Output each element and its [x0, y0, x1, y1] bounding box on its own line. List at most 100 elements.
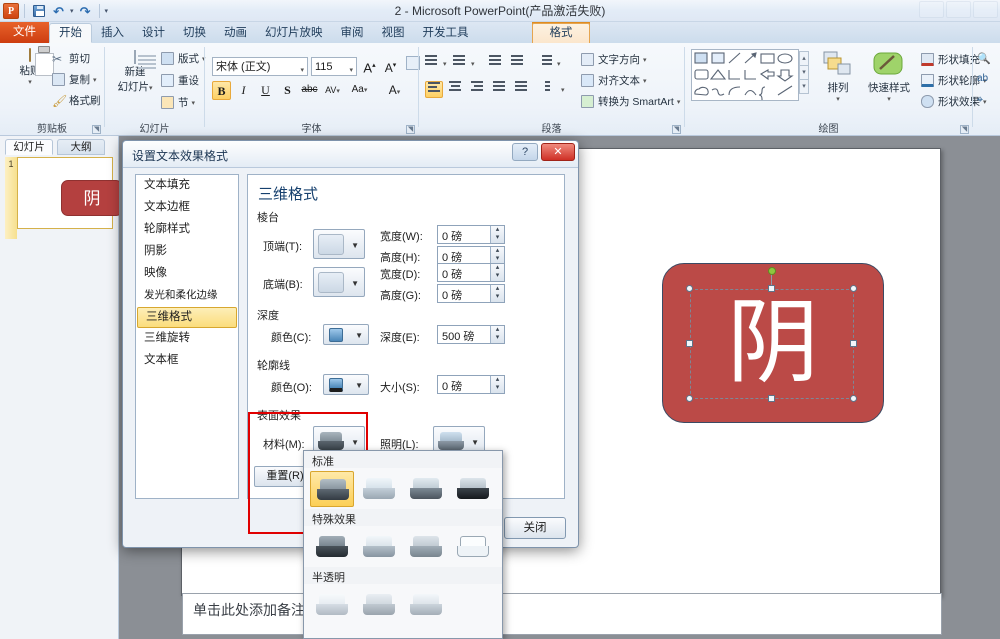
spinner-arrows[interactable]: ▴▾ — [490, 247, 504, 264]
format-painter-button[interactable]: 🖌 格式刷 — [52, 93, 101, 108]
nav-item-text-fill[interactable]: 文本填充 — [136, 175, 238, 197]
material-item-flat[interactable] — [404, 529, 448, 565]
material-item-dark-edge[interactable] — [310, 529, 354, 565]
character-spacing-button[interactable]: AV▾ — [323, 81, 342, 100]
nav-item-text-box[interactable]: 文本框 — [136, 350, 238, 372]
chevron-down-icon[interactable]: ▼ — [355, 331, 363, 340]
resize-handle-bottom-left[interactable] — [686, 395, 693, 402]
close-window-button[interactable] — [973, 1, 998, 18]
maximize-button[interactable] — [946, 1, 971, 18]
font-size-input[interactable]: 115▾ — [311, 57, 357, 76]
columns-button[interactable] — [543, 81, 561, 98]
align-center-button[interactable] — [447, 81, 465, 98]
nav-item-text-outline[interactable]: 文本边框 — [136, 197, 238, 219]
panel-tab-outline[interactable]: 大纲 — [57, 139, 105, 155]
align-left-button[interactable] — [425, 81, 443, 98]
line-spacing-dropdown-icon[interactable]: ▾ — [557, 60, 561, 68]
material-item-plastic[interactable] — [404, 471, 448, 507]
columns-dropdown-icon[interactable]: ▾ — [561, 86, 565, 94]
resize-handle-middle-right[interactable] — [850, 340, 857, 347]
shapes-gallery-scroll[interactable]: ▴ ▾ ▾ — [799, 51, 809, 94]
spinner-arrows[interactable]: ▴▾ — [490, 376, 504, 393]
paragraph-dialog-launcher[interactable]: ◥ — [672, 125, 681, 134]
resize-handle-bottom-right[interactable] — [850, 395, 857, 402]
numbering-button[interactable] — [453, 55, 471, 72]
rotation-handle[interactable] — [768, 267, 776, 275]
underline-button[interactable]: U — [256, 81, 275, 100]
resize-handle-top-left[interactable] — [686, 285, 693, 292]
strikethrough-button[interactable]: abc — [300, 81, 319, 100]
bullets-button[interactable] — [425, 55, 443, 72]
increase-font-size-button[interactable]: A▴ — [360, 57, 379, 76]
chevron-down-icon[interactable]: ▼ — [471, 438, 479, 447]
find-button[interactable]: 🔍 — [977, 52, 991, 66]
material-gallery-dropdown[interactable]: 标准 特殊效果 — [303, 450, 503, 639]
bevel-top-gallery-button[interactable]: ▼ — [313, 229, 365, 259]
change-case-button[interactable]: Aa▾ — [350, 81, 369, 100]
bevel-bottom-gallery-button[interactable]: ▼ — [313, 267, 365, 297]
nav-item-shadow[interactable]: 阴影 — [136, 241, 238, 263]
material-item-warm-matte[interactable] — [357, 471, 401, 507]
contour-color-button[interactable]: ▼ — [323, 374, 369, 395]
depth-color-button[interactable]: ▼ — [323, 324, 369, 345]
arrange-button[interactable]: 排列 ▾ — [817, 51, 859, 103]
quick-styles-dropdown-icon[interactable]: ▾ — [863, 95, 915, 103]
new-slide-dropdown-icon[interactable]: ▾ — [149, 85, 153, 92]
chevron-down-icon[interactable]: ▼ — [351, 279, 359, 288]
increase-indent-button[interactable] — [511, 55, 529, 72]
resize-handle-top-right[interactable] — [850, 285, 857, 292]
chevron-down-icon[interactable]: ▼ — [351, 241, 359, 250]
depth-value-input[interactable]: 500 磅 ▴▾ — [437, 325, 505, 344]
panel-tab-slides[interactable]: 幻灯片 — [5, 139, 53, 155]
justify-button[interactable] — [491, 81, 509, 98]
bullets-dropdown-icon[interactable]: ▾ — [443, 60, 447, 68]
replace-button[interactable]: ab — [977, 73, 991, 87]
spinner-arrows[interactable]: ▴▾ — [490, 285, 504, 302]
clipboard-dialog-launcher[interactable]: ◥ — [92, 125, 101, 134]
nav-item-3d-rotation[interactable]: 三维旋转 — [136, 328, 238, 350]
select-button[interactable]: ⌖ — [977, 94, 991, 108]
dialog-close-button[interactable]: 关闭 — [504, 517, 566, 539]
tab-transitions[interactable]: 切换 — [174, 24, 215, 43]
tab-home[interactable]: 开始 — [49, 23, 92, 43]
new-slide-button[interactable]: 新建 幻灯片▾ — [111, 51, 159, 94]
nav-item-outline-style[interactable]: 轮廓样式 — [136, 219, 238, 241]
layout-button[interactable]: 版式 ▾ — [161, 51, 206, 66]
copy-button[interactable]: 复制 ▾ — [52, 72, 97, 87]
decrease-indent-button[interactable] — [489, 55, 507, 72]
material-item-powder[interactable] — [310, 587, 354, 623]
tab-slideshow[interactable]: 幻灯片放映 — [256, 24, 332, 43]
bold-button[interactable]: B — [212, 81, 231, 100]
cut-button[interactable]: ✂ 剪切 — [52, 51, 90, 66]
convert-to-smartart-button[interactable]: 转换为 SmartArt▾ — [581, 94, 680, 109]
help-button[interactable]: ? — [512, 143, 538, 161]
tab-review[interactable]: 审阅 — [332, 24, 373, 43]
tab-file[interactable]: 文件 — [0, 22, 49, 43]
text-direction-button[interactable]: 文字方向▾ — [581, 52, 647, 67]
distribute-button[interactable] — [513, 81, 531, 98]
spinner-arrows[interactable]: ▴▾ — [490, 264, 504, 281]
align-right-button[interactable] — [469, 81, 487, 98]
section-dropdown-icon[interactable]: ▾ — [192, 99, 196, 107]
decrease-font-size-button[interactable]: A▾ — [381, 57, 400, 76]
bevel-bottom-width-input[interactable]: 0 磅 ▴▾ — [437, 263, 505, 282]
nav-item-3d-format[interactable]: 三维格式 — [137, 307, 237, 328]
copy-dropdown-icon[interactable]: ▾ — [93, 76, 97, 84]
notes-pane[interactable]: 单击此处添加备注 — [182, 593, 942, 635]
material-item-matte[interactable] — [310, 471, 354, 507]
spinner-arrows[interactable]: ▴▾ — [490, 326, 504, 343]
text-shadow-button[interactable]: S — [278, 81, 297, 100]
close-icon[interactable]: ✕ — [541, 143, 575, 161]
tab-design[interactable]: 设计 — [133, 24, 174, 43]
tab-developer[interactable]: 开发工具 — [414, 24, 478, 43]
align-text-button[interactable]: 对齐文本▾ — [581, 73, 647, 88]
chevron-down-icon[interactable]: ▼ — [355, 381, 363, 390]
bevel-bottom-height-input[interactable]: 0 磅 ▴▾ — [437, 284, 505, 303]
quick-styles-button[interactable]: 快速样式 ▾ — [863, 51, 915, 103]
arrange-dropdown-icon[interactable]: ▾ — [817, 95, 859, 103]
spinner-arrows[interactable]: ▴▾ — [490, 226, 504, 243]
tab-format[interactable]: 格式 — [532, 23, 590, 43]
nav-item-reflection[interactable]: 映像 — [136, 263, 238, 285]
resize-handle-bottom-center[interactable] — [768, 395, 775, 402]
line-spacing-button[interactable] — [539, 55, 557, 72]
